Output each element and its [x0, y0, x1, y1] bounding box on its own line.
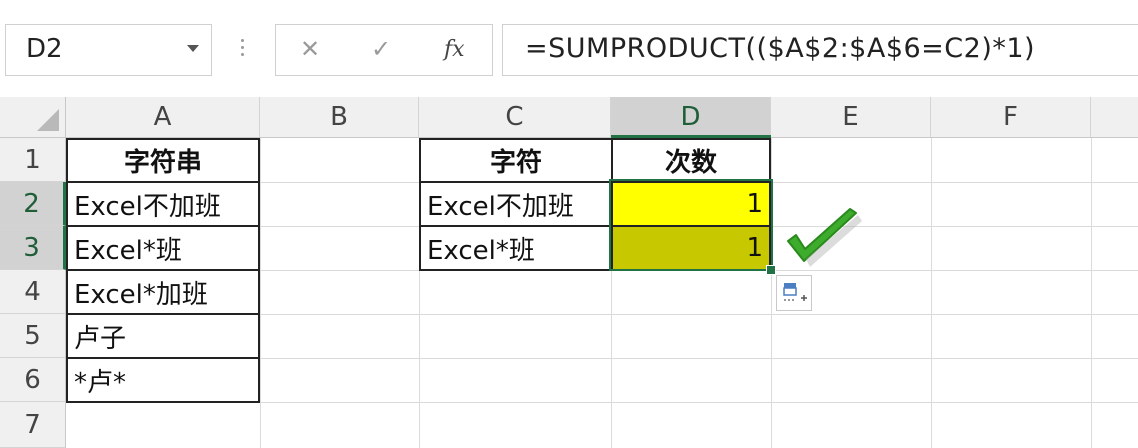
- green-checkmark-icon: [787, 208, 862, 267]
- cell-a1[interactable]: 字符串: [66, 138, 260, 183]
- formula-input[interactable]: =SUMPRODUCT(($A$2:$A$6=C2)*1): [502, 24, 1138, 76]
- spreadsheet-grid: A B C D E F 1 2 3 4 5 6 7 字符串 Excel不加班 E…: [0, 97, 1138, 448]
- cell-c1[interactable]: 字符: [419, 138, 613, 183]
- name-box-value[interactable]: D2: [26, 34, 63, 64]
- column-header-f[interactable]: F: [931, 97, 1091, 138]
- column-header-c[interactable]: C: [419, 97, 611, 138]
- cell-c3[interactable]: Excel*班: [419, 225, 613, 271]
- insert-function-icon[interactable]: fx: [444, 37, 465, 62]
- cell-d3[interactable]: 1: [611, 225, 771, 271]
- row-header-1[interactable]: 1: [0, 138, 66, 182]
- cell-c2[interactable]: Excel不加班: [419, 181, 613, 227]
- cell-a4[interactable]: Excel*加班: [66, 269, 260, 315]
- column-header-b[interactable]: B: [260, 97, 419, 138]
- row-header-7[interactable]: 7: [0, 402, 66, 448]
- cell-d2[interactable]: 1: [611, 181, 771, 227]
- chevron-down-icon[interactable]: [187, 45, 199, 52]
- row-header-3[interactable]: 3: [0, 226, 66, 270]
- column-header-d[interactable]: D: [611, 97, 771, 138]
- cell-a2[interactable]: Excel不加班: [66, 181, 260, 227]
- cancel-icon[interactable]: ✕: [300, 35, 320, 63]
- fill-handle[interactable]: [766, 265, 776, 275]
- cell-a3[interactable]: Excel*班: [66, 225, 260, 271]
- enter-icon[interactable]: ✓: [371, 35, 391, 63]
- column-header-e[interactable]: E: [771, 97, 931, 138]
- cell-a6[interactable]: *卢*: [66, 357, 260, 403]
- column-header-g[interactable]: [1091, 97, 1138, 138]
- row-header-6[interactable]: 6: [0, 358, 66, 402]
- select-all-corner[interactable]: [0, 97, 66, 138]
- name-box[interactable]: D2: [5, 24, 212, 76]
- row-header-4[interactable]: 4: [0, 270, 66, 314]
- formula-buttons: ✕ ✓ fx: [275, 24, 493, 76]
- cell-a5[interactable]: 卢子: [66, 313, 260, 359]
- row-header-5[interactable]: 5: [0, 314, 66, 358]
- row-header-2[interactable]: 2: [0, 182, 66, 226]
- formula-bar-area: D2 ✕ ✓ fx =SUMPRODUCT(($A$2:$A$6=C2)*1): [0, 0, 1138, 97]
- quick-analysis-icon[interactable]: [776, 275, 812, 311]
- formula-text[interactable]: =SUMPRODUCT(($A$2:$A$6=C2)*1): [525, 33, 1035, 64]
- drag-handle-icon[interactable]: [241, 39, 244, 60]
- column-header-a[interactable]: A: [66, 97, 260, 138]
- cell-d1[interactable]: 次数: [611, 138, 771, 183]
